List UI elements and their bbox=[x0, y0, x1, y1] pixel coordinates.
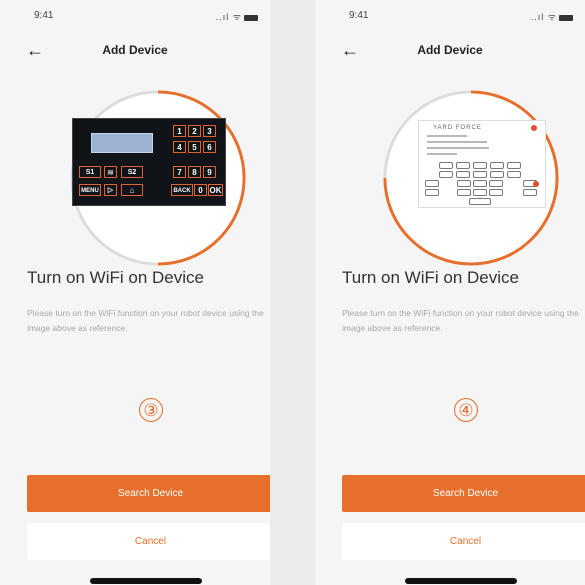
key-ok: OK bbox=[208, 184, 223, 196]
step-indicator: ④ bbox=[454, 398, 478, 422]
home-indicator bbox=[405, 578, 517, 584]
battery-icon bbox=[244, 14, 258, 21]
key-s1: S1 bbox=[79, 166, 101, 178]
remote-diagram-image: YARD FORCE bbox=[418, 120, 546, 208]
remote-key bbox=[473, 180, 487, 187]
instruction-heading: Turn on WiFi on Device bbox=[342, 268, 519, 287]
nav-bar: ← Add Device bbox=[0, 40, 270, 64]
key-6: 6 bbox=[203, 141, 216, 153]
search-device-button[interactable]: Search Device bbox=[342, 475, 585, 512]
remote-key bbox=[473, 162, 487, 169]
status-bar: 9:41 ..ıl ᯤ bbox=[315, 10, 585, 24]
page-title: Add Device bbox=[102, 43, 168, 57]
remote-key bbox=[489, 189, 503, 196]
text-line bbox=[427, 141, 487, 143]
remote-key bbox=[523, 189, 537, 196]
remote-key bbox=[425, 180, 439, 187]
nav-bar: ← Add Device bbox=[315, 40, 585, 64]
key-back: BACK bbox=[171, 184, 193, 196]
battery-icon bbox=[559, 14, 573, 21]
remote-key bbox=[456, 162, 470, 169]
key-3: 3 bbox=[203, 125, 216, 137]
home-key-icon: ⌂ bbox=[121, 184, 143, 196]
text-line bbox=[427, 153, 457, 155]
brand-logo: YARD FORCE bbox=[433, 125, 482, 131]
home-indicator bbox=[90, 578, 202, 584]
remote-key bbox=[473, 189, 487, 196]
wifi-key-icon: ≋ bbox=[104, 166, 117, 178]
lcd-display bbox=[91, 133, 153, 153]
key-s2: S2 bbox=[121, 166, 143, 178]
remote-key bbox=[439, 162, 453, 169]
remote-key bbox=[457, 180, 471, 187]
cancel-button[interactable]: Cancel bbox=[342, 523, 585, 560]
status-time: 9:41 bbox=[34, 10, 54, 21]
remote-key bbox=[456, 171, 470, 178]
step-indicator: ③ bbox=[139, 398, 163, 422]
play-key-icon: ▷ bbox=[104, 184, 117, 196]
status-bar: 9:41 ..ıl ᯤ bbox=[0, 10, 270, 24]
key-5: 5 bbox=[188, 141, 201, 153]
page-title: Add Device bbox=[417, 43, 483, 57]
key-7: 7 bbox=[173, 166, 186, 178]
indicator-dot-icon bbox=[531, 125, 537, 131]
instruction-heading: Turn on WiFi on Device bbox=[27, 268, 204, 287]
remote-key bbox=[473, 171, 487, 178]
remote-key bbox=[507, 171, 521, 178]
search-device-button[interactable]: Search Device bbox=[27, 475, 270, 512]
highlight-dot-icon bbox=[533, 181, 539, 187]
remote-key bbox=[439, 171, 453, 178]
remote-key bbox=[507, 162, 521, 169]
remote-key bbox=[457, 189, 471, 196]
remote-key bbox=[425, 189, 439, 196]
key-4: 4 bbox=[173, 141, 186, 153]
key-menu: MENU bbox=[79, 184, 101, 196]
text-line bbox=[427, 147, 489, 149]
instruction-description: Please turn on the WiFi function on your… bbox=[342, 308, 579, 333]
signal-wifi-icon: ..ıl ᯤ bbox=[530, 12, 557, 22]
key-0: 0 bbox=[194, 184, 207, 196]
key-8: 8 bbox=[188, 166, 201, 178]
status-icons: ..ıl ᯤ bbox=[216, 10, 258, 23]
status-icons: ..ıl ᯤ bbox=[531, 10, 573, 23]
instruction-description: Please turn on the WiFi function on your… bbox=[27, 308, 264, 333]
status-time: 9:41 bbox=[349, 10, 369, 21]
remote-key bbox=[469, 198, 491, 205]
key-2: 2 bbox=[188, 125, 201, 137]
remote-key bbox=[490, 162, 504, 169]
keypad-device-image: 1 2 3 4 5 6 7 8 9 BACK 0 OK S1 ≋ S2 MENU… bbox=[72, 118, 226, 206]
signal-wifi-icon: ..ıl ᯤ bbox=[215, 12, 242, 22]
remote-key bbox=[490, 171, 504, 178]
key-1: 1 bbox=[173, 125, 186, 137]
key-9: 9 bbox=[203, 166, 216, 178]
cancel-button[interactable]: Cancel bbox=[27, 523, 270, 560]
text-line bbox=[427, 135, 467, 137]
remote-key bbox=[489, 180, 503, 187]
